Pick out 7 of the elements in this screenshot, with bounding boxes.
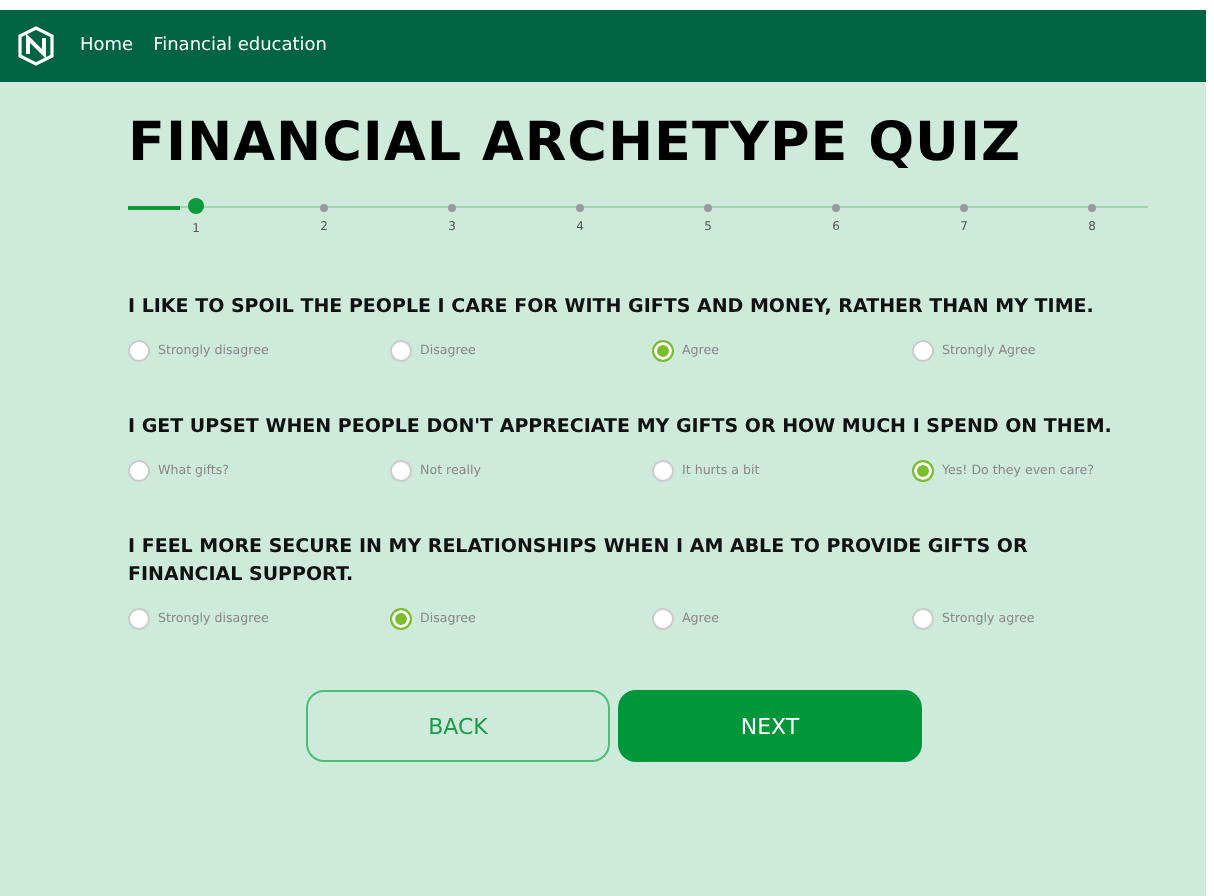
nav-link[interactable]: Home — [80, 36, 134, 56]
nav-link[interactable]: Financial education — [153, 36, 328, 56]
quiz-title: FINANCIAL ARCHETYPE QUIZ — [128, 110, 1024, 178]
question-text: I FEEL MORE SECURE IN MY RELATIONSHIPS WHEN I AM ABLE TO PROVIDE GIFTS OR FINANCIAL SUPPORT. — [128, 534, 1030, 590]
question-text: I LIKE TO SPOIL THE PEOPLE I CARE FOR WITH GIFTS AND MONEY, RATHER THAN MY TIME. — [128, 294, 1096, 322]
question-text: I GET UPSET WHEN PEOPLE DON'T APPRECIATE MY GIFTS OR HOW MUCH I SPEND ON THEM. — [128, 414, 1114, 442]
next-button[interactable]: NEXT — [618, 690, 922, 762]
